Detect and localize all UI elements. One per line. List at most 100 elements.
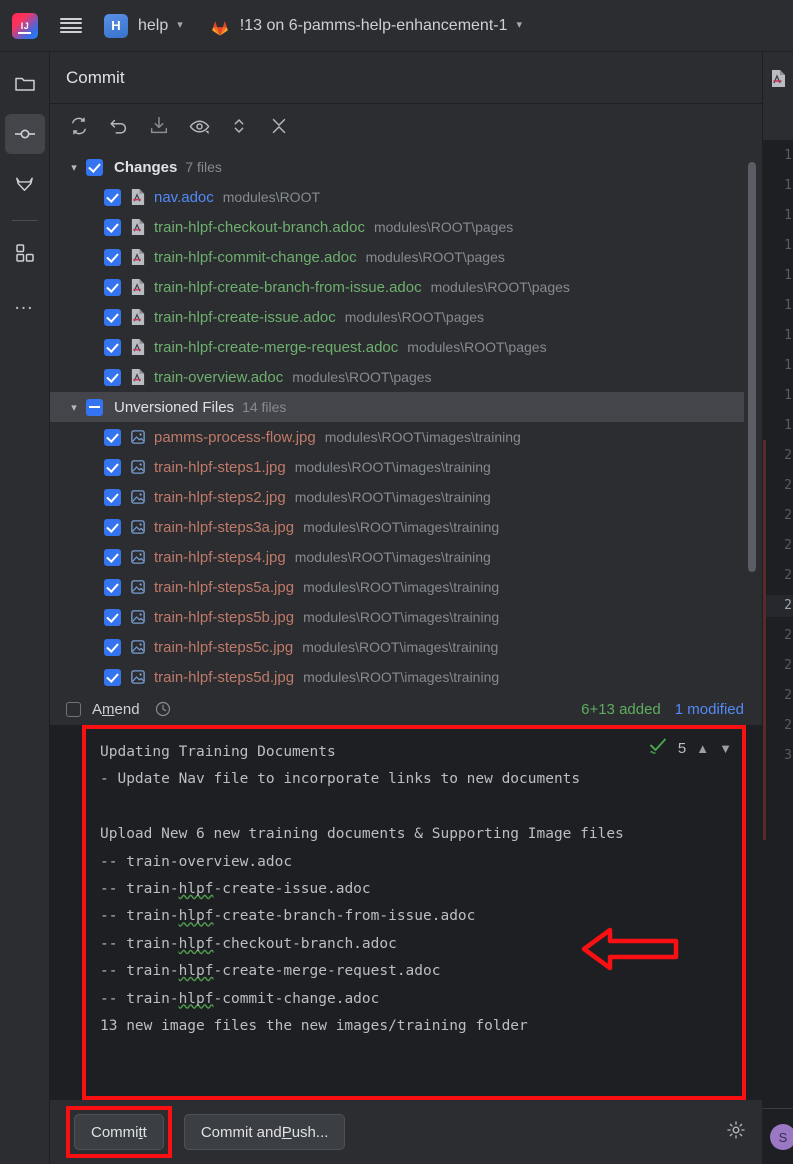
- file-path: modules\ROOT\pages: [292, 369, 432, 385]
- table-row[interactable]: train-overview.adoc modules\ROOT\pages: [50, 362, 762, 392]
- file-checkbox[interactable]: [104, 218, 121, 236]
- expand-collapse-icon[interactable]: [226, 113, 252, 139]
- hamburger-menu-icon[interactable]: [60, 17, 82, 34]
- left-tool-strip: …: [0, 52, 50, 1164]
- table-row[interactable]: train-hlpf-create-merge-request.adoc modu…: [50, 332, 762, 362]
- line-number: 1: [784, 298, 792, 313]
- branch-selector[interactable]: !13 on 6-pamms-help-enhancement-1 ▾: [209, 15, 522, 37]
- table-row[interactable]: train-hlpf-steps5b.jpg modules\ROOT\image…: [50, 602, 762, 632]
- commit-toolbar: [50, 104, 762, 148]
- sidebar-item-project[interactable]: [5, 64, 45, 104]
- adoc-file-icon: [131, 249, 145, 265]
- changes-scrollbar[interactable]: [748, 162, 756, 572]
- grid-blocks-icon: [15, 244, 34, 262]
- left-pointing-arrow-annotation: [581, 927, 679, 971]
- eye-icon[interactable]: [186, 113, 212, 139]
- chevron-up-icon[interactable]: ▲: [696, 741, 709, 756]
- line-number: 2: [784, 478, 792, 493]
- file-path: modules\ROOT\images\training: [302, 639, 499, 655]
- adoc-file-icon: [131, 219, 145, 235]
- adoc-file-icon: [131, 369, 145, 385]
- file-checkbox[interactable]: [104, 668, 121, 686]
- commit-message-badges: 5 ▲ ▼: [648, 737, 732, 760]
- project-selector[interactable]: H help ▾: [104, 13, 183, 38]
- file-checkbox[interactable]: [104, 368, 121, 386]
- file-name: train-hlpf-steps5a.jpg: [154, 578, 295, 596]
- table-row[interactable]: train-hlpf-steps2.jpg modules\ROOT\images…: [50, 482, 762, 512]
- file-name: train-hlpf-steps2.jpg: [154, 488, 286, 506]
- file-path: modules\ROOT\images\training: [303, 579, 500, 595]
- more-dots-icon: …: [13, 292, 36, 314]
- file-checkbox[interactable]: [104, 338, 121, 356]
- sidebar-item-plugins[interactable]: [5, 233, 45, 273]
- sidebar-item-commit[interactable]: [4, 114, 45, 154]
- file-path: modules\ROOT\images\training: [294, 489, 491, 505]
- image-file-icon: [131, 610, 145, 624]
- file-checkbox[interactable]: [104, 188, 121, 206]
- file-checkbox[interactable]: [104, 608, 121, 626]
- file-checkbox[interactable]: [104, 308, 121, 326]
- image-file-icon: [131, 460, 145, 474]
- table-row[interactable]: train-hlpf-checkout-branch.adoc modules\R…: [50, 212, 762, 242]
- file-checkbox[interactable]: [104, 548, 121, 566]
- title-bar: H help ▾ !13 on 6-pamms-help-enhancement…: [0, 0, 793, 52]
- commit-message-input[interactable]: Updating Training Documents - Update Nav …: [86, 729, 742, 1096]
- sidebar-item-more[interactable]: …: [5, 283, 45, 323]
- undo-arrow-icon[interactable]: [106, 113, 132, 139]
- tree-group-0[interactable]: ▾ Changes 7 files: [50, 152, 762, 182]
- commit-button[interactable]: Commi t t: [74, 1114, 164, 1150]
- file-name: train-hlpf-steps1.jpg: [154, 458, 286, 476]
- changes-tree[interactable]: ▾ Changes 7 files nav.adoc modules\ROOT train…: [50, 148, 762, 693]
- commit-and-push-button[interactable]: Commit and Push...: [183, 1114, 346, 1150]
- editor-line-number-gutter: 1 1 1 1 1 1 1 1 1 1 2 2 2 2 2 2 2 2 2 2 3: [763, 140, 793, 1164]
- image-file-icon: [131, 640, 145, 654]
- table-row[interactable]: train-hlpf-steps5c.jpg modules\ROOT\image…: [50, 632, 762, 662]
- table-row[interactable]: train-hlpf-steps5d.jpg modules\ROOT\image…: [50, 662, 762, 692]
- line-number: 2: [784, 628, 792, 643]
- sidebar-item-gitlab[interactable]: [5, 164, 45, 204]
- table-row[interactable]: pamms-process-flow.jpg modules\ROOT\image…: [50, 422, 762, 452]
- file-checkbox[interactable]: [104, 518, 121, 536]
- refresh-icon[interactable]: [66, 113, 92, 139]
- file-checkbox[interactable]: [104, 278, 121, 296]
- chevron-down-icon[interactable]: ▾: [66, 161, 82, 174]
- chevron-down-icon[interactable]: ▼: [719, 741, 732, 756]
- group-checkbox[interactable]: [86, 158, 103, 176]
- stat-added: 6+13 added: [581, 700, 661, 718]
- group-count: 7 files: [185, 159, 222, 175]
- gear-icon[interactable]: [726, 1120, 746, 1145]
- table-row[interactable]: train-hlpf-steps1.jpg modules\ROOT\images…: [50, 452, 762, 482]
- table-row[interactable]: train-hlpf-steps4.jpg modules\ROOT\images…: [50, 542, 762, 572]
- collapse-all-icon[interactable]: [266, 113, 292, 139]
- amend-checkbox[interactable]: [66, 701, 81, 717]
- file-checkbox[interactable]: [104, 248, 121, 266]
- line-number: 1: [784, 178, 792, 193]
- group-checkbox[interactable]: [86, 398, 103, 416]
- editor-tab[interactable]: [763, 52, 793, 104]
- clock-icon[interactable]: [154, 700, 172, 718]
- image-file-icon: [131, 520, 145, 534]
- avatar[interactable]: S: [770, 1124, 793, 1150]
- table-row[interactable]: train-hlpf-steps3a.jpg modules\ROOT\image…: [50, 512, 762, 542]
- line-number: 1: [784, 238, 792, 253]
- table-row[interactable]: train-hlpf-create-branch-from-issue.adoc…: [50, 272, 762, 302]
- file-checkbox[interactable]: [104, 458, 121, 476]
- table-row[interactable]: train-hlpf-create-issue.adoc modules\ROOT…: [50, 302, 762, 332]
- chevron-down-icon[interactable]: ▾: [66, 401, 82, 414]
- file-checkbox[interactable]: [104, 578, 121, 596]
- file-checkbox[interactable]: [104, 488, 121, 506]
- download-icon[interactable]: [146, 113, 172, 139]
- file-name: nav.adoc: [154, 188, 214, 206]
- file-checkbox[interactable]: [104, 428, 121, 446]
- file-checkbox[interactable]: [104, 638, 121, 656]
- table-row[interactable]: train-hlpf-commit-change.adoc modules\ROO…: [50, 242, 762, 272]
- branch-label: !13 on 6-pamms-help-enhancement-1: [239, 16, 508, 34]
- adoc-file-icon: [131, 189, 145, 205]
- line-number: 1: [784, 418, 792, 433]
- image-file-icon: [131, 670, 145, 684]
- adoc-file-icon: [131, 339, 145, 355]
- table-row[interactable]: nav.adoc modules\ROOT: [50, 182, 762, 212]
- tree-group-1[interactable]: ▾ Unversioned Files 14 files: [50, 392, 744, 422]
- file-path: modules\ROOT\pages: [373, 219, 514, 235]
- table-row[interactable]: train-hlpf-steps5a.jpg modules\ROOT\image…: [50, 572, 762, 602]
